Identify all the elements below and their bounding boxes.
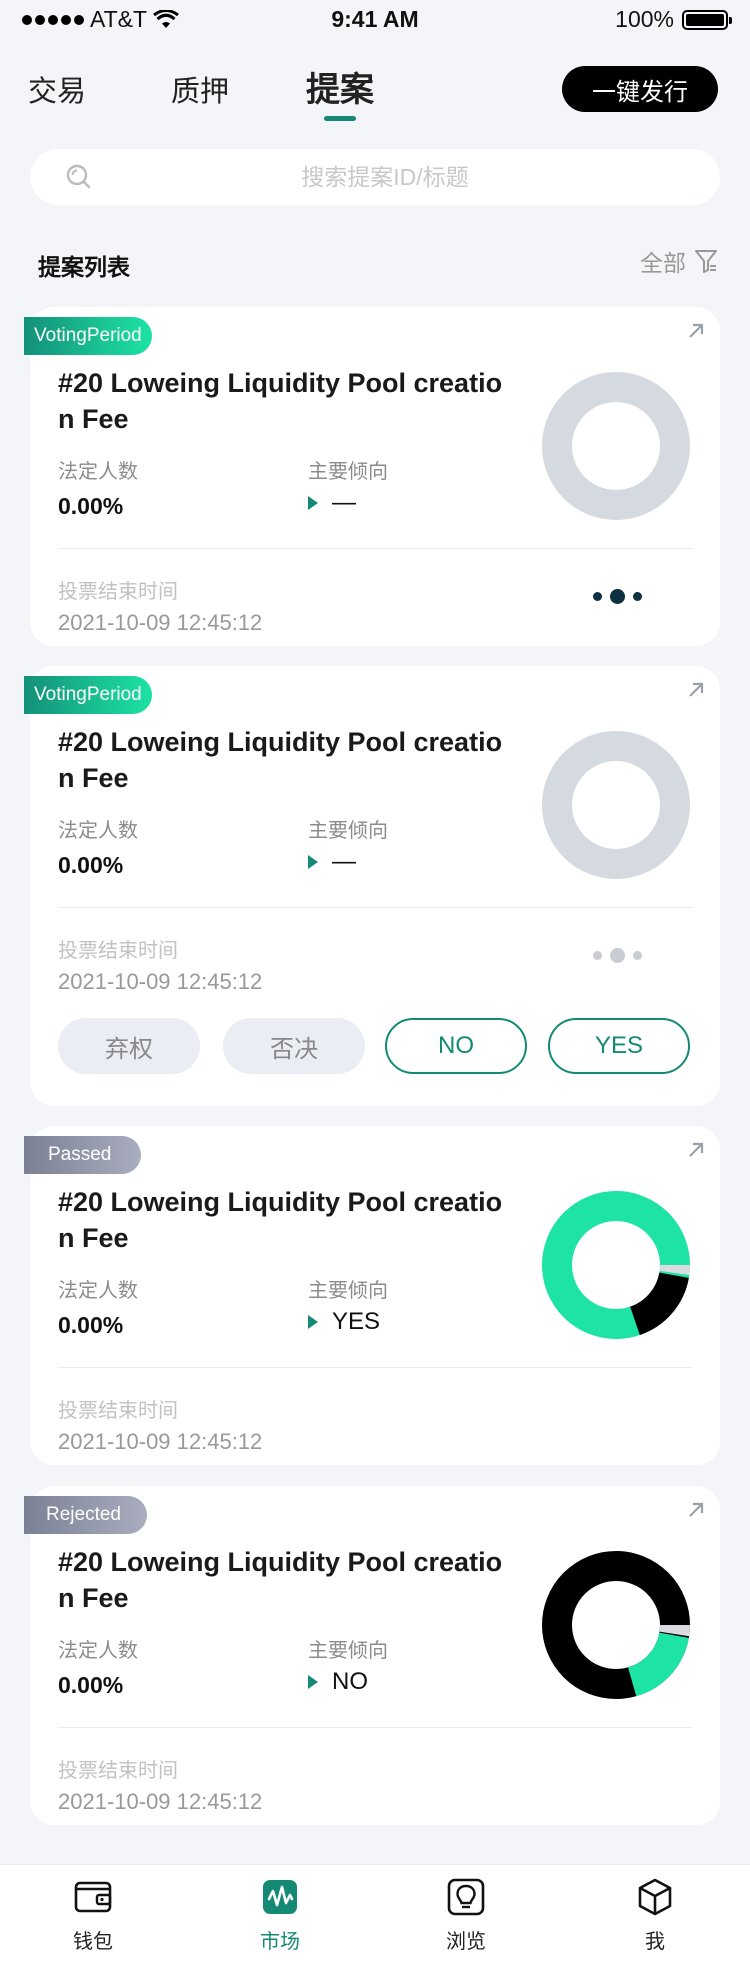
tendency-value: — bbox=[332, 489, 356, 516]
bottom-nav: 钱包 市场 浏览 我 bbox=[0, 1864, 750, 1965]
status-right: 100% bbox=[615, 6, 732, 33]
tendency-value: YES bbox=[332, 1308, 381, 1335]
divider bbox=[58, 548, 692, 549]
quorum-label: 法定人数 bbox=[58, 1640, 138, 1662]
tendency-value-group: NO bbox=[308, 1668, 368, 1696]
end-time-label: 投票结束时间 bbox=[58, 940, 178, 962]
nav-market[interactable]: 市场 bbox=[220, 1875, 340, 1954]
nav-browse[interactable]: 浏览 bbox=[406, 1875, 526, 1954]
status-badge: VotingPeriod bbox=[24, 317, 152, 355]
tendency-label: 主要倾向 bbox=[308, 820, 388, 842]
nav-wallet-label: 钱包 bbox=[73, 1931, 113, 1953]
more-icon[interactable] bbox=[593, 589, 642, 604]
battery-percent: 100% bbox=[615, 6, 674, 32]
filter-icon bbox=[695, 250, 717, 273]
tendency-value: — bbox=[332, 848, 356, 875]
divider bbox=[58, 1727, 692, 1728]
nav-browse-label: 浏览 bbox=[446, 1931, 486, 1953]
tab-proposals[interactable]: 提案 bbox=[306, 62, 374, 111]
abstain-button[interactable]: 弃权 bbox=[58, 1018, 200, 1074]
end-time-label: 投票结束时间 bbox=[58, 1760, 178, 1782]
vote-no-button[interactable]: NO bbox=[385, 1018, 527, 1074]
end-time-label: 投票结束时间 bbox=[58, 581, 178, 603]
status-badge: Passed bbox=[24, 1136, 142, 1174]
tab-active-indicator bbox=[324, 116, 356, 121]
proposal-card[interactable]: Passed #20 Loweing Liquidity Pool creati… bbox=[24, 1126, 720, 1465]
play-icon bbox=[308, 855, 318, 869]
nav-wallet[interactable]: 钱包 bbox=[33, 1875, 153, 1954]
nav-profile[interactable]: 我 bbox=[595, 1875, 715, 1954]
vote-donut-chart bbox=[542, 731, 690, 879]
top-nav: 交易 质押 提案 一键发行 bbox=[0, 58, 750, 128]
quorum-label: 法定人数 bbox=[58, 1280, 138, 1302]
quorum-value: 0.00% bbox=[58, 493, 124, 519]
search-input[interactable] bbox=[30, 149, 720, 205]
list-title: 提案列表 bbox=[38, 254, 130, 280]
proposal-title: #20 Loweing Liquidity Pool creation Fee bbox=[58, 368, 503, 434]
quorum-label: 法定人数 bbox=[58, 461, 138, 483]
end-time-value: 2021-10-09 12:45:12 bbox=[58, 1429, 263, 1454]
tendency-value-group: — bbox=[308, 848, 356, 876]
divider bbox=[58, 1367, 692, 1368]
quorum-value: 0.00% bbox=[58, 852, 124, 878]
veto-button[interactable]: 否决 bbox=[223, 1018, 365, 1074]
nav-market-label: 市场 bbox=[260, 1931, 300, 1953]
status-badge: VotingPeriod bbox=[24, 676, 152, 714]
tendency-label: 主要倾向 bbox=[308, 1640, 388, 1662]
vote-donut-chart bbox=[542, 1551, 690, 1699]
tab-staking[interactable]: 质押 bbox=[171, 68, 229, 110]
tab-trade[interactable]: 交易 bbox=[28, 68, 86, 110]
vote-yes-button[interactable]: YES bbox=[548, 1018, 690, 1074]
quorum-value: 0.00% bbox=[58, 1672, 124, 1698]
filter-label: 全部 bbox=[640, 250, 686, 276]
proposal-card[interactable]: Rejected #20 Loweing Liquidity Pool crea… bbox=[24, 1486, 720, 1825]
end-time-value: 2021-10-09 12:45:12 bbox=[58, 969, 263, 994]
end-time-label: 投票结束时间 bbox=[58, 1400, 178, 1422]
tendency-value-group: YES bbox=[308, 1308, 380, 1336]
more-icon[interactable] bbox=[593, 948, 642, 963]
arrow-up-right-icon[interactable] bbox=[686, 680, 706, 700]
proposal-card[interactable]: VotingPeriod #20 Loweing Liquidity Pool … bbox=[24, 307, 720, 646]
quorum-value: 0.00% bbox=[58, 1312, 124, 1338]
arrow-up-right-icon[interactable] bbox=[686, 1140, 706, 1160]
tendency-value: NO bbox=[332, 1668, 368, 1695]
end-time-value: 2021-10-09 12:45:12 bbox=[58, 610, 263, 635]
market-icon bbox=[263, 1880, 297, 1914]
nav-profile-label: 我 bbox=[645, 1931, 665, 1953]
play-icon bbox=[308, 1315, 318, 1329]
tendency-label: 主要倾向 bbox=[308, 1280, 388, 1302]
play-icon bbox=[308, 1675, 318, 1689]
arrow-up-right-icon[interactable] bbox=[686, 1500, 706, 1520]
vote-donut-chart bbox=[542, 372, 690, 520]
status-badge: Rejected bbox=[24, 1496, 147, 1534]
proposal-title: #20 Loweing Liquidity Pool creation Fee bbox=[58, 1187, 503, 1253]
tendency-label: 主要倾向 bbox=[308, 461, 388, 483]
proposal-title: #20 Loweing Liquidity Pool creation Fee bbox=[58, 727, 503, 793]
search-bar bbox=[30, 149, 720, 205]
vote-donut-chart bbox=[542, 1191, 690, 1339]
battery-icon bbox=[682, 9, 732, 30]
arrow-up-right-icon[interactable] bbox=[686, 321, 706, 341]
divider bbox=[58, 907, 692, 908]
play-icon bbox=[308, 496, 318, 510]
status-bar: AT&T 9:41 AM 100% bbox=[0, 0, 750, 40]
proposal-title: #20 Loweing Liquidity Pool creation Fee bbox=[58, 1547, 503, 1613]
tendency-value-group: — bbox=[308, 489, 356, 517]
filter-button[interactable]: 全部 bbox=[640, 244, 718, 278]
end-time-value: 2021-10-09 12:45:12 bbox=[58, 1789, 263, 1814]
browse-icon bbox=[447, 1878, 485, 1916]
quorum-label: 法定人数 bbox=[58, 820, 138, 842]
proposal-card[interactable]: VotingPeriod #20 Loweing Liquidity Pool … bbox=[24, 666, 720, 1106]
profile-icon bbox=[638, 1878, 672, 1916]
wallet-icon bbox=[74, 1881, 112, 1913]
one-click-issue-button[interactable]: 一键发行 bbox=[562, 66, 718, 112]
